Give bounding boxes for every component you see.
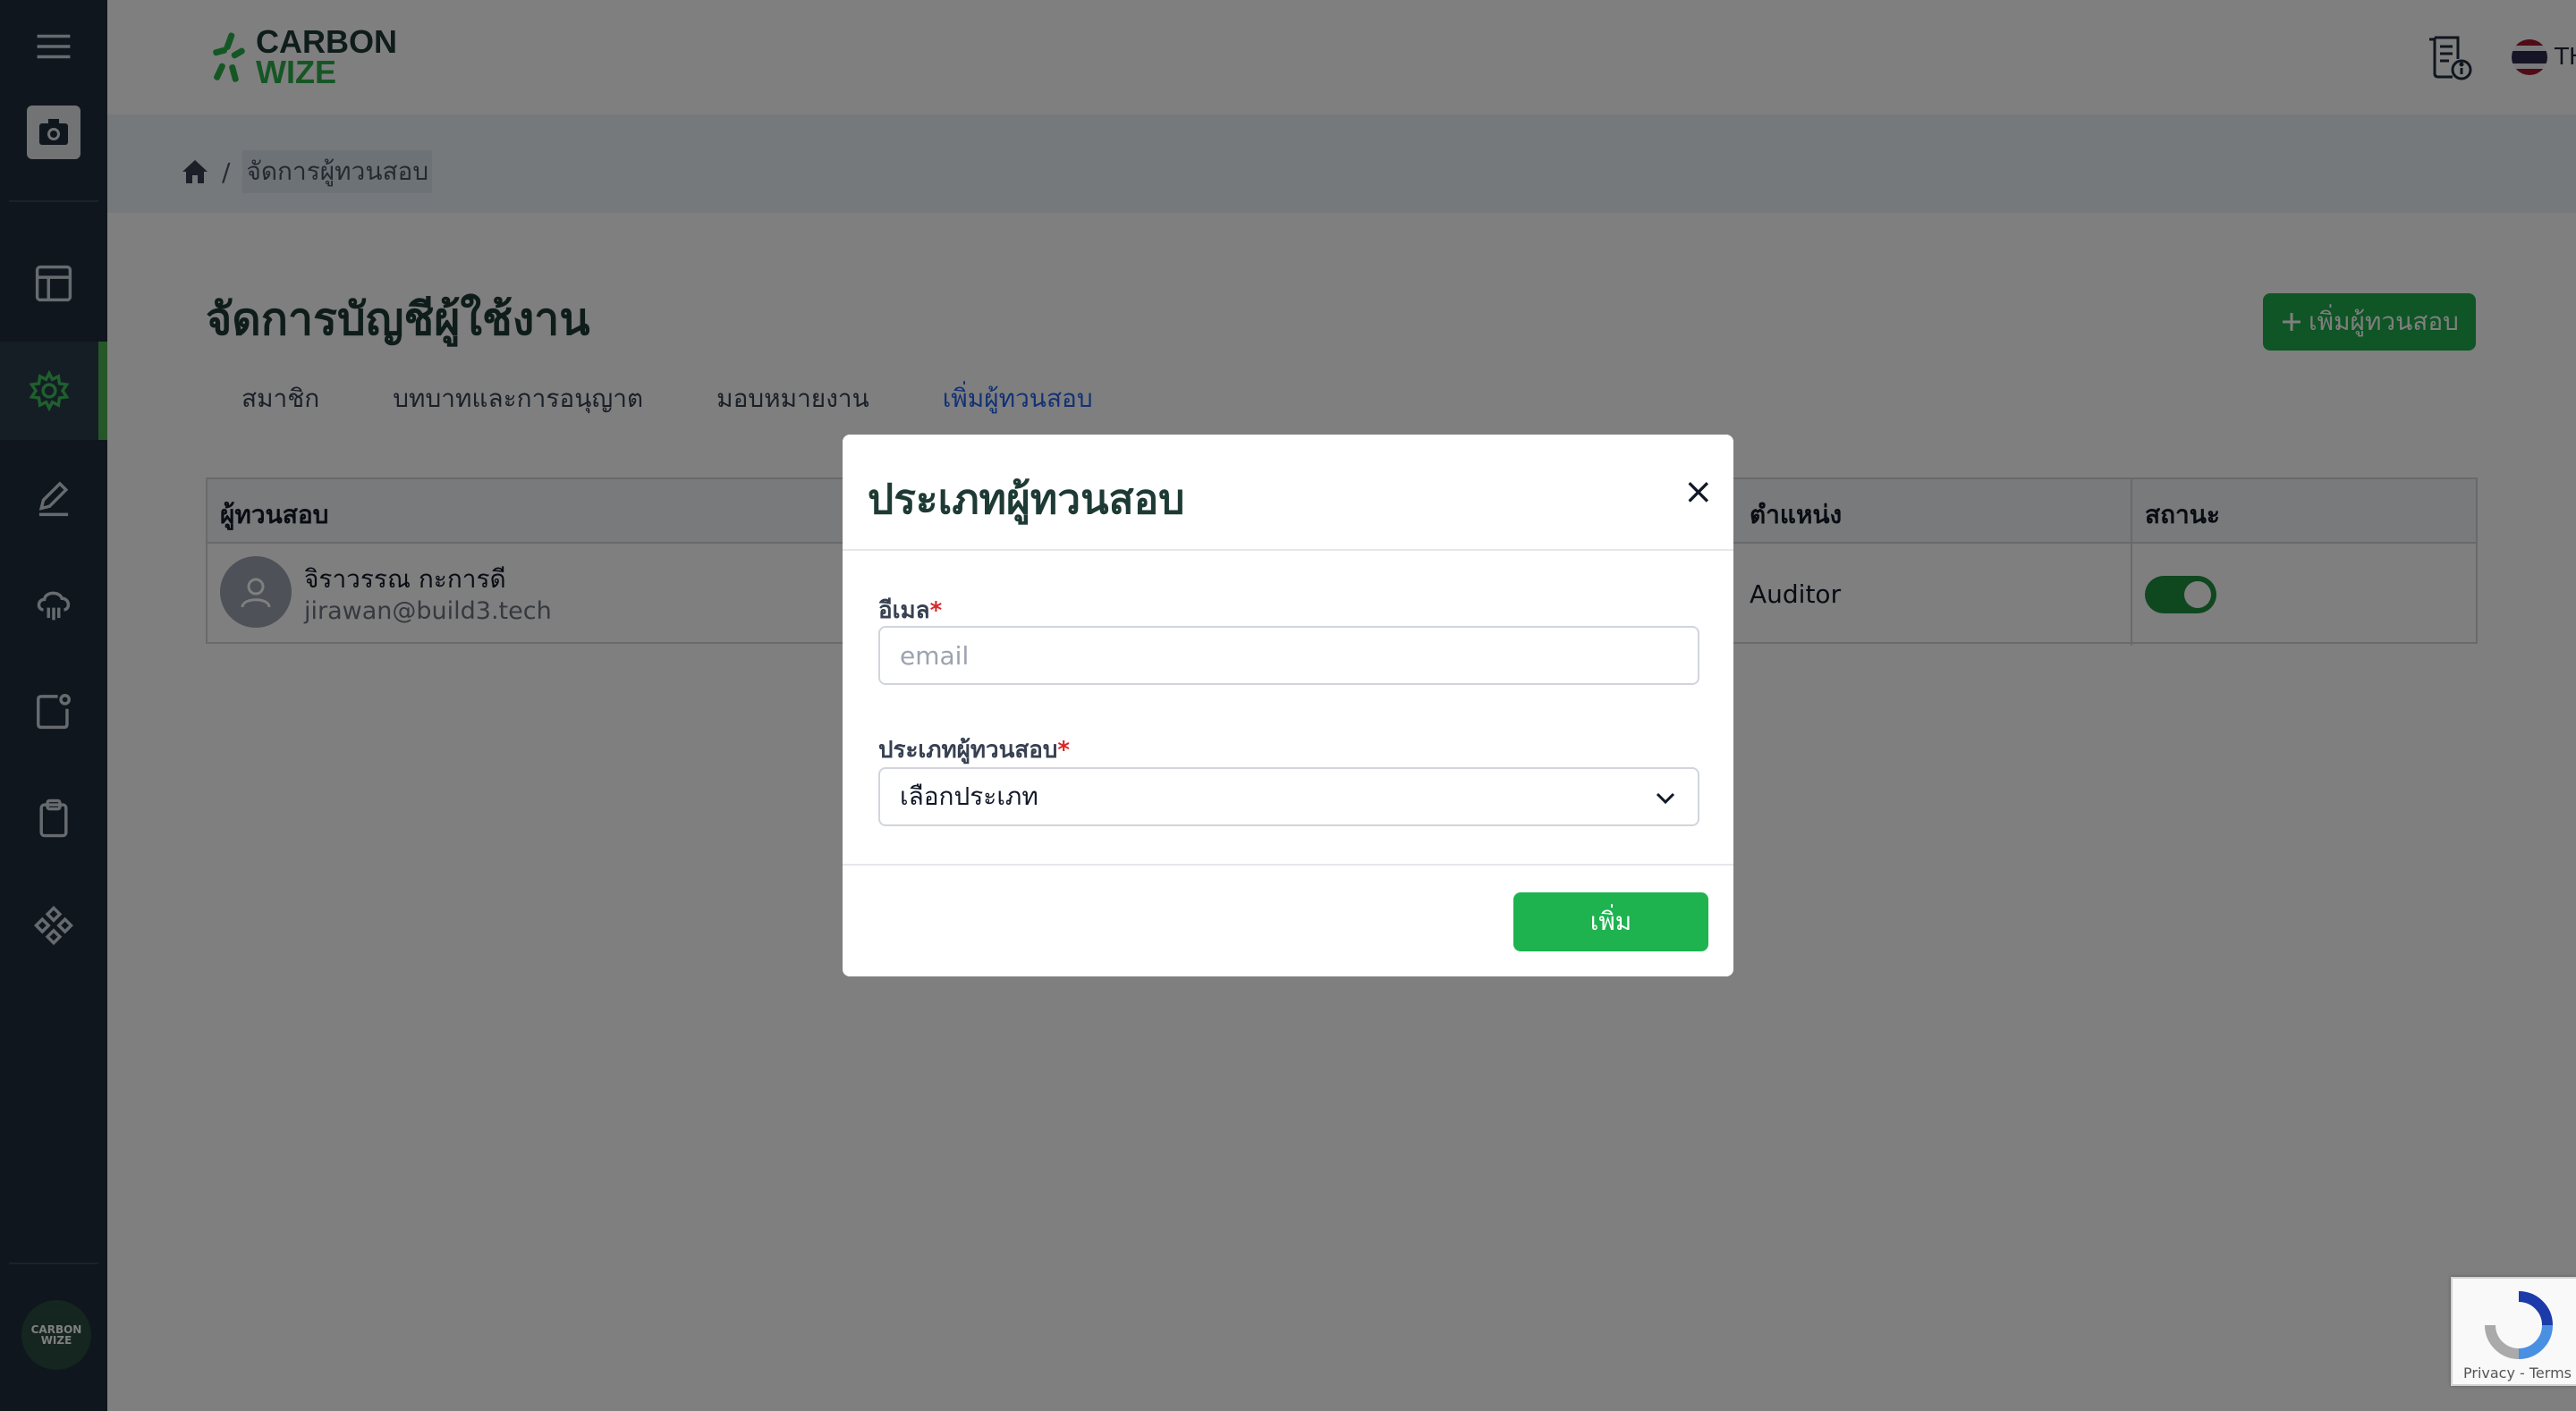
recaptcha-badge[interactable]: Privacy - Terms [2451,1277,2576,1386]
close-icon[interactable]: × [1683,474,1714,510]
modal-header: ประเภทผู้ทวนสอบ × [843,435,1733,551]
verifier-type-select[interactable]: เลือกประเภท [878,767,1699,826]
modal-footer-divider [843,864,1733,866]
verifier-type-selected: เลือกประเภท [900,782,1038,811]
add-button[interactable]: เพิ่ม [1513,892,1708,951]
required-mark: * [929,597,943,624]
modal-title: ประเภทผู้ทวนสอบ [868,475,1185,523]
email-label-text: อีเมล [878,597,930,624]
chevron-down-icon [1656,792,1675,805]
email-field[interactable] [878,626,1699,685]
verifier-type-label: ประเภทผู้ทวนสอบ* [878,731,1070,768]
required-mark: * [1057,737,1070,764]
verifier-type-label-text: ประเภทผู้ทวนสอบ [878,737,1058,764]
recaptcha-links[interactable]: Privacy - Terms [2463,1365,2572,1381]
email-label: อีเมล* [878,592,942,629]
recaptcha-icon [2485,1291,2553,1359]
verifier-type-modal: ประเภทผู้ทวนสอบ × อีเมล* ประเภทผู้ทวนสอบ… [843,435,1733,976]
